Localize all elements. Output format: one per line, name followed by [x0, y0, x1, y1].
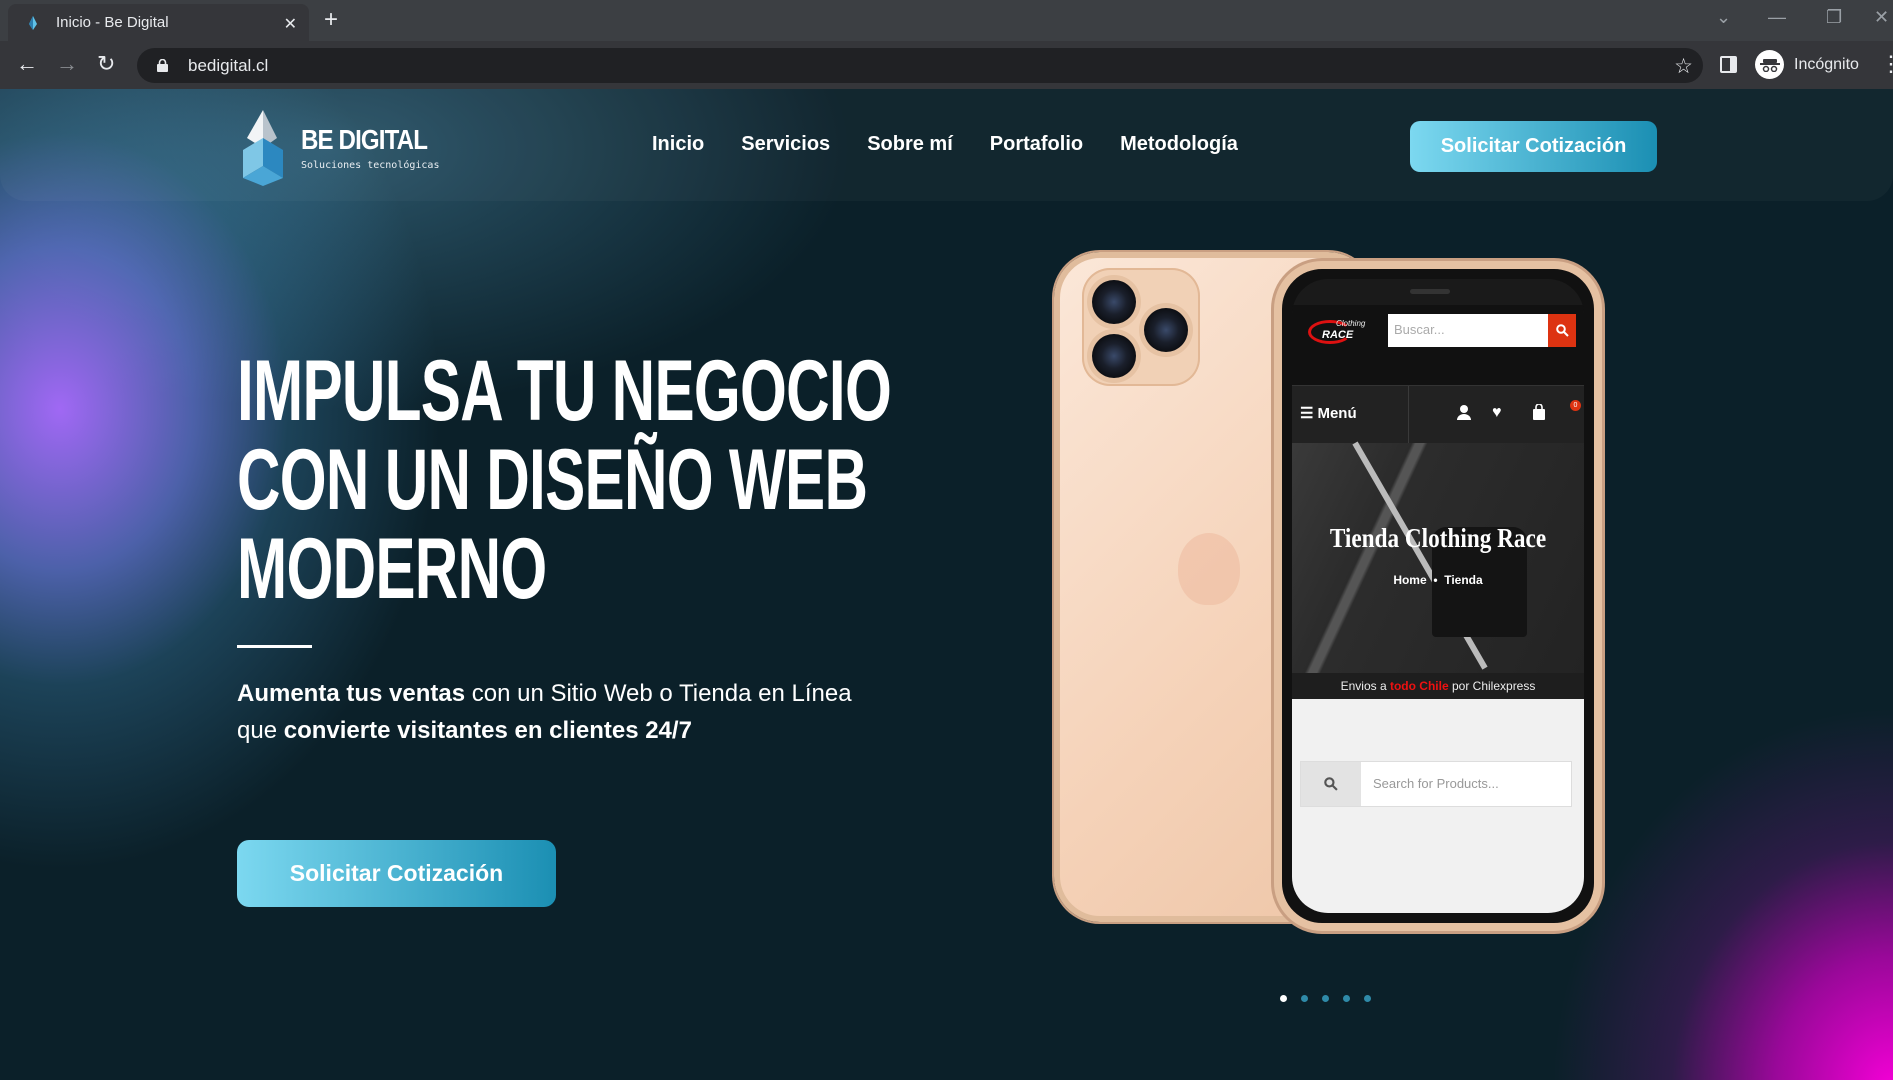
mockup-menu-bar: ☰ Menú ♥ 0 — [1292, 385, 1584, 444]
hero-divider — [237, 645, 312, 648]
reload-icon[interactable]: ↻ — [97, 51, 115, 77]
logo-top-text: Clothing — [1336, 319, 1366, 328]
incognito-indicator[interactable]: Incógnito — [1755, 50, 1859, 79]
bookmark-star-icon[interactable]: ☆ — [1674, 54, 1693, 79]
product-search-placeholder: Search for Products... — [1373, 776, 1499, 791]
cart-count-badge: 0 — [1570, 400, 1581, 411]
breadcrumb-separator: • — [1433, 573, 1438, 587]
hamburger-icon: ☰ — [1300, 405, 1314, 422]
subtitle-text: con un Sitio Web o Tienda en Línea — [465, 680, 852, 707]
camera-lens — [1092, 280, 1136, 324]
shipping-highlight: todo Chile — [1389, 679, 1449, 693]
slider-dot[interactable] — [1322, 995, 1329, 1002]
camera-lens — [1144, 308, 1188, 352]
lock-icon — [157, 59, 168, 72]
mockup-product-search: Search for Products... — [1300, 761, 1572, 807]
mockup-body: Search for Products... — [1292, 699, 1584, 913]
hero-title: IMPULSA TU NEGOCIO CON UN DISEÑO WEB MOD… — [237, 343, 892, 617]
close-window-icon[interactable]: ✕ — [1874, 7, 1889, 28]
hero-quote-button[interactable]: Solicitar Cotización — [237, 840, 556, 907]
slider-dot[interactable] — [1280, 995, 1287, 1002]
hero-title-line: MODERNO — [237, 521, 547, 617]
side-panel-icon[interactable] — [1720, 56, 1737, 73]
main-nav: Inicio Servicios Sobre mí Portafolio Met… — [652, 133, 1275, 156]
mockup-shipping-banner: Envios a todo Chile por Chilexpress — [1292, 673, 1584, 699]
webpage: BE DIGITAL Soluciones tecnológicas Inici… — [0, 89, 1893, 1080]
apple-logo-icon — [1178, 533, 1240, 605]
logo-mark-icon — [243, 110, 283, 186]
logo-bottom-text: RACE — [1322, 329, 1354, 341]
heart-icon: ♥ — [1492, 404, 1502, 421]
mockup-menu-label: Menú — [1317, 404, 1357, 422]
nav-metodologia[interactable]: Metodología — [1120, 133, 1238, 156]
phone-speaker — [1410, 289, 1450, 294]
shipping-text: por Chilexpress — [1448, 679, 1536, 693]
address-bar[interactable]: bedigital.cl ☆ — [137, 48, 1703, 83]
nav-portafolio[interactable]: Portafolio — [990, 133, 1083, 156]
header-quote-button[interactable]: Solicitar Cotización — [1410, 121, 1657, 172]
site-header: BE DIGITAL Soluciones tecnológicas Inici… — [0, 89, 1893, 201]
tab-title: Inicio - Be Digital — [56, 14, 169, 31]
tab-search-icon[interactable]: ⌄ — [1716, 7, 1731, 28]
minimize-icon[interactable]: — — [1768, 7, 1786, 28]
url-text: bedigital.cl — [188, 55, 269, 75]
subtitle-emphasis: convierte visitantes en clientes 24/7 — [283, 717, 692, 744]
hero-title-line: CON UN DISEÑO WEB — [237, 432, 868, 528]
nav-sobre-mi[interactable]: Sobre mí — [867, 133, 953, 156]
camera-lens — [1092, 334, 1136, 378]
forward-icon[interactable]: → — [56, 51, 78, 77]
restore-icon[interactable]: ❐ — [1826, 7, 1842, 28]
mockup-search-icon — [1548, 314, 1576, 347]
breadcrumb-home: Home — [1393, 573, 1427, 587]
slider-pagination — [1280, 995, 1371, 1002]
mockup-breadcrumb: Home • Tienda — [1292, 573, 1584, 587]
cart-icon — [1532, 403, 1546, 425]
nav-inicio[interactable]: Inicio — [652, 133, 704, 156]
browser-tab-strip: Inicio - Be Digital ✕ + ⌄ — ❐ ✕ — [0, 0, 1893, 41]
mockup-page-title: Tienda Clothing Race — [1329, 523, 1547, 553]
slider-dot[interactable] — [1343, 995, 1350, 1002]
breadcrumb-current: Tienda — [1444, 573, 1483, 587]
hero-subtitle: Aumenta tus ventas con un Sitio Web o Ti… — [237, 675, 917, 749]
shipping-text: Envios a — [1340, 679, 1390, 693]
mockup-hero-banner: Tienda Clothing Race Home • Tienda — [1292, 441, 1584, 673]
phone-mockup-front: Clothing RACE Buscar... ☰ Menú ♥ 0 Tiend… — [1274, 261, 1602, 931]
site-logo[interactable]: BE DIGITAL Soluciones tecnológicas — [237, 108, 448, 186]
new-tab-icon[interactable]: + — [324, 8, 338, 32]
subtitle-text: que — [237, 717, 284, 744]
slider-dot[interactable] — [1301, 995, 1308, 1002]
close-tab-icon[interactable]: ✕ — [284, 14, 297, 34]
logo-name: BE DIGITAL — [301, 123, 428, 155]
site-favicon-icon — [25, 15, 41, 31]
mockup-search-input: Buscar... — [1388, 314, 1548, 347]
product-search-icon — [1301, 762, 1361, 806]
clothing-race-logo: Clothing RACE — [1308, 317, 1368, 345]
logo-tagline: Soluciones tecnológicas — [301, 159, 440, 171]
nav-servicios[interactable]: Servicios — [741, 133, 830, 156]
user-icon — [1456, 404, 1472, 425]
slider-dot[interactable] — [1364, 995, 1371, 1002]
browser-toolbar: ← → ↻ bedigital.cl ☆ Incógnito ⋮ — [0, 41, 1893, 89]
hero-title-line: IMPULSA TU NEGOCIO — [237, 343, 892, 439]
back-icon[interactable]: ← — [16, 51, 38, 77]
browser-menu-icon[interactable]: ⋮ — [1880, 51, 1893, 77]
phone-screen: Clothing RACE Buscar... ☰ Menú ♥ 0 Tiend… — [1292, 279, 1584, 913]
browser-tab[interactable]: Inicio - Be Digital ✕ — [8, 4, 309, 41]
incognito-label: Incógnito — [1794, 55, 1859, 73]
incognito-icon — [1755, 50, 1784, 79]
camera-module — [1082, 268, 1200, 386]
subtitle-emphasis: Aumenta tus ventas — [237, 680, 466, 707]
